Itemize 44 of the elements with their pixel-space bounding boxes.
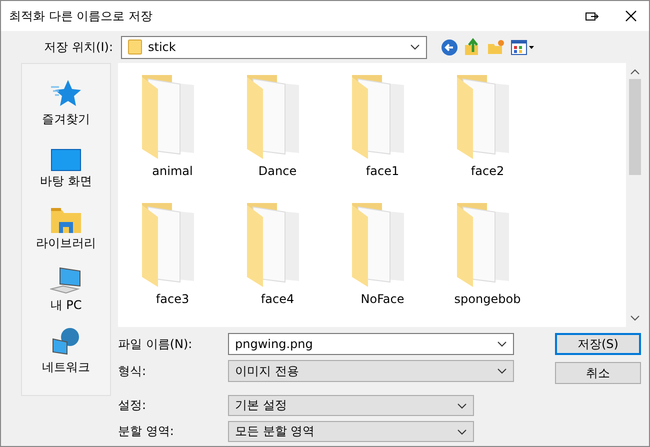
sidebar-item[interactable]: 네트워크: [42, 318, 90, 376]
folder-item[interactable]: Dance: [225, 75, 330, 179]
sidebar-item[interactable]: 바탕 화면: [40, 132, 92, 190]
folder-item[interactable]: animal: [120, 75, 225, 179]
computer-icon: [50, 267, 82, 295]
folder-item[interactable]: spongebob: [435, 203, 540, 307]
folder-item[interactable]: NoFace: [330, 203, 435, 307]
chevron-down-icon: [497, 368, 507, 374]
folder-item[interactable]: face3: [120, 203, 225, 307]
field-label: 파일 이름(N):: [118, 336, 194, 352]
field-label: 설정:: [118, 397, 148, 414]
close-icon[interactable]: [625, 10, 637, 22]
dropdown[interactable]: 모든 분할 영역: [228, 421, 474, 442]
location-dropdown[interactable]: stick: [121, 36, 427, 58]
field-label: 형식:: [118, 362, 148, 380]
cancel-button[interactable]: 취소: [555, 362, 641, 384]
star-icon: [50, 79, 82, 109]
location-label: 저장 위치(I):: [43, 38, 113, 56]
dropdown[interactable]: 기본 설정: [228, 395, 474, 416]
scrollbar-thumb[interactable]: [628, 79, 640, 175]
chevron-down-icon: [457, 428, 467, 434]
chevron-up-icon[interactable]: [630, 69, 640, 75]
window-title: 최적화 다른 이름으로 저장: [9, 8, 154, 24]
sidebar-item[interactable]: 라이브러리: [36, 194, 96, 252]
back-icon[interactable]: [441, 38, 458, 56]
dropdown[interactable]: 이미지 전용: [228, 360, 514, 382]
file-name-field[interactable]: pngwing.png: [228, 333, 514, 355]
folder-item[interactable]: face4: [225, 203, 330, 307]
chevron-down-icon[interactable]: [630, 315, 640, 321]
folder-icon: [128, 39, 142, 55]
up-folder-icon[interactable]: [464, 38, 481, 56]
network-icon: [50, 327, 82, 357]
chevron-down-icon: [497, 341, 507, 347]
desktop-icon: [50, 149, 81, 171]
sidebar-item[interactable]: 내 PC: [50, 256, 82, 314]
folder-item[interactable]: face1: [330, 75, 435, 179]
folder-item[interactable]: face2: [435, 75, 540, 179]
sidebar-item[interactable]: 즐겨찾기: [42, 70, 90, 128]
field-label: 분할 영역:: [118, 423, 175, 440]
chevron-down-icon: [457, 402, 467, 408]
view-menu-icon[interactable]: [511, 40, 535, 54]
chevron-down-icon: [410, 44, 420, 50]
library-icon: [51, 207, 81, 233]
save-button[interactable]: 저장(S): [555, 333, 641, 355]
